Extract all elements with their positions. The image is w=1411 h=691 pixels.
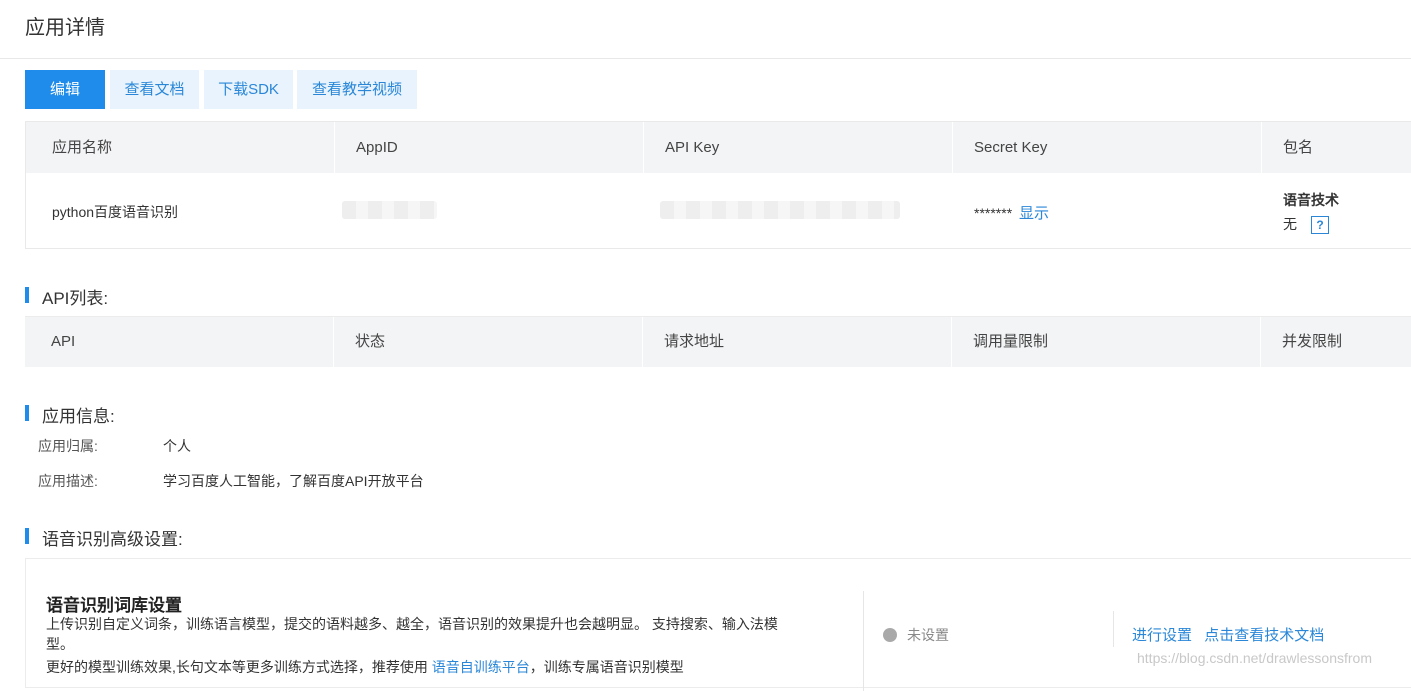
card-divider [863, 591, 864, 691]
tech-docs-link[interactable]: 点击查看技术文档 [1204, 627, 1324, 644]
card-desc-line-3: 更好的模型训练效果,长句文本等更多训练方式选择，推荐使用 语音自训练平台，训练专… [46, 657, 836, 677]
show-secret-link[interactable]: 显示 [1019, 205, 1049, 222]
col-separator [951, 317, 952, 367]
help-icon[interactable]: ? [1311, 216, 1329, 235]
app-table: 应用名称 AppID API Key Secret Key 包名 python百… [25, 121, 1411, 249]
col-separator [642, 317, 643, 367]
card-actions: 进行设置 点击查看技术文档 [1132, 624, 1324, 645]
app-table-header: 应用名称 AppID API Key Secret Key 包名 [26, 122, 1411, 173]
col-separator [643, 122, 644, 173]
owner-label: 应用归属: [38, 438, 98, 454]
col-header-endpoint: 请求地址 [664, 333, 725, 350]
package-tech-label: 语音技术 [1283, 192, 1339, 208]
col-header-package: 包名 [1283, 139, 1314, 156]
col-header-appid: AppID [356, 139, 398, 156]
col-separator [333, 317, 334, 367]
section-marker [25, 528, 29, 544]
api-key-redacted [660, 201, 900, 219]
col-separator [952, 122, 953, 173]
page-title: 应用详情 [25, 17, 105, 39]
vocabulary-settings-card: 语音识别词库设置 上传识别自定义词条，训练语言模型，提交的语料越多、越全，语音识… [25, 558, 1411, 691]
section-marker [25, 405, 29, 421]
title-divider [0, 58, 1411, 59]
download-sdk-button[interactable]: 下载SDK [204, 70, 293, 109]
status-cell: 未设置 [883, 625, 949, 645]
app-name-value: python百度语音识别 [52, 204, 179, 220]
edit-button[interactable]: 编辑 [25, 70, 105, 109]
appid-redacted [342, 201, 437, 219]
col-header-concurrency: 并发限制 [1282, 333, 1343, 350]
col-separator [334, 122, 335, 173]
tutorial-video-button[interactable]: 查看教学视频 [297, 70, 417, 109]
api-list-table: API 状态 请求地址 调用量限制 并发限制 [25, 316, 1411, 367]
card-title: 语音识别词库设置 [46, 596, 182, 615]
api-table-header: API 状态 请求地址 调用量限制 并发限制 [25, 316, 1411, 367]
card-desc-line-2: 型。 [46, 636, 74, 652]
description-value: 学习百度人工智能，了解百度API开放平台 [163, 473, 424, 489]
col-header-secret-key: Secret Key [974, 139, 1048, 156]
self-training-platform-link[interactable]: 语音自训练平台 [432, 659, 530, 675]
secret-key-mask: ******* [974, 205, 1013, 221]
section-marker [25, 287, 29, 303]
card-desc-line-1: 上传识别自定义词条，训练语言模型，提交的语料越多、越全，语音识别的效果提升也会越… [46, 616, 778, 632]
api-list-title: API列表: [42, 289, 109, 308]
watermark: https://blog.csdn.net/drawlessonsfrom [1137, 650, 1373, 666]
col-header-api: API [51, 333, 76, 350]
advanced-settings-title: 语音识别高级设置: [42, 530, 183, 549]
secret-key-cell: ******* 显示 [974, 202, 1049, 223]
owner-value: 个人 [163, 438, 191, 454]
card-desc-line-3-text: 更好的模型训练效果,长句文本等更多训练方式选择，推荐使用 [46, 659, 432, 675]
col-header-api-key: API Key [665, 139, 720, 156]
view-docs-button[interactable]: 查看文档 [110, 70, 199, 109]
package-value-cell: 无? [1283, 214, 1329, 235]
description-label: 应用描述: [38, 473, 98, 489]
col-header-app-name: 应用名称 [52, 139, 113, 156]
package-value: 无 [1283, 216, 1297, 232]
status-text: 未设置 [907, 627, 949, 643]
card-description: 上传识别自定义词条，训练语言模型，提交的语料越多、越全，语音识别的效果提升也会越… [46, 614, 836, 677]
app-info-title: 应用信息: [42, 407, 115, 426]
status-dot-icon [883, 628, 897, 642]
col-separator [1260, 317, 1261, 367]
col-header-call-limit: 调用量限制 [973, 333, 1049, 350]
col-header-status: 状态 [355, 333, 386, 350]
card-divider [1113, 611, 1114, 647]
col-separator [1261, 122, 1262, 173]
card-desc-line-3-suffix: ，训练专属语音识别模型 [529, 659, 684, 675]
configure-link[interactable]: 进行设置 [1132, 627, 1192, 644]
